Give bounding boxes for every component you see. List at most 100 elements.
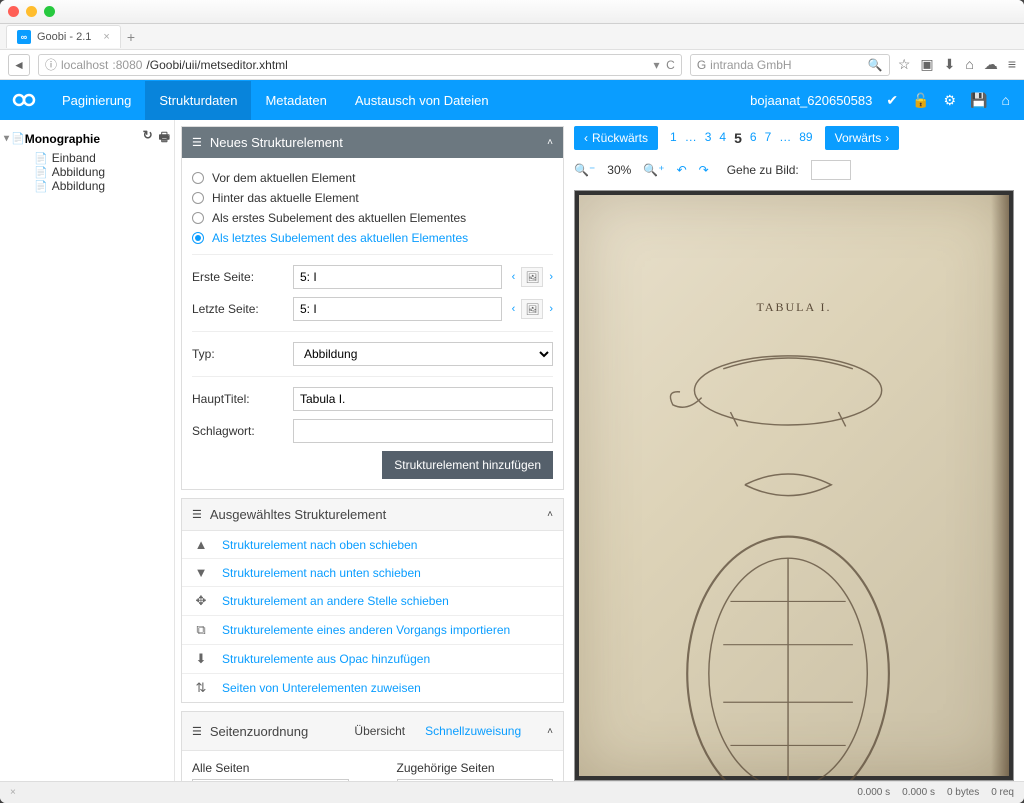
radio-before[interactable]: Vor dem aktuellen Element: [192, 168, 553, 188]
tree-root[interactable]: ▾ 📄 Monographie ↻ 🖶: [4, 126, 170, 151]
minimize-window-button[interactable]: [26, 6, 37, 17]
nav-back-button[interactable]: ◄: [8, 54, 30, 76]
page-image-icon[interactable]: 🖼: [521, 299, 543, 319]
action-label: Strukturelemente aus Opac hinzufügen: [222, 652, 430, 666]
nav-paginierung[interactable]: Paginierung: [48, 81, 145, 120]
page-prev-icon[interactable]: ‹: [512, 303, 516, 315]
globe-icon: ⓘ: [45, 56, 57, 73]
scanned-page: TABULA I.: [579, 195, 1009, 776]
rotate-cw-icon[interactable]: ↷: [699, 163, 709, 177]
status-bar: × 0.000 s 0.000 s 0 bytes 0 req: [0, 781, 1024, 803]
pocket-icon[interactable]: ▣: [920, 56, 933, 73]
chat-icon[interactable]: ☁: [984, 56, 998, 73]
star-icon[interactable]: ☆: [898, 56, 911, 73]
panel-header[interactable]: ☰ Seitenzuordnung Übersicht Schnellzuwei…: [182, 712, 563, 751]
home-icon[interactable]: ⌂: [965, 56, 973, 73]
page-num[interactable]: 6: [750, 130, 757, 146]
close-window-button[interactable]: [8, 6, 19, 17]
home-icon-app[interactable]: ⌂: [1002, 92, 1010, 108]
process-id: bojaanat_620650583: [750, 93, 872, 108]
page-image-icon[interactable]: 🖼: [521, 267, 543, 287]
gear-icon[interactable]: ⚙: [944, 92, 957, 109]
tree-item[interactable]: 📄Einband: [4, 151, 170, 165]
chevron-right-icon: ›: [885, 131, 889, 145]
page-numbers: 1 … 3 4 5 6 7 … 89: [664, 130, 819, 146]
browser-tabstrip: ∞ Goobi - 2.1 × +: [0, 24, 1024, 50]
action-assign-subpages[interactable]: ⇅Seiten von Unterelementen zuweisen: [182, 674, 563, 702]
collapse-icon[interactable]: ˄: [547, 509, 553, 520]
menu-icon[interactable]: ≡: [1008, 56, 1016, 73]
status-close-icon[interactable]: ×: [10, 787, 16, 798]
page-num[interactable]: 4: [719, 130, 726, 146]
nav-austausch[interactable]: Austausch von Dateien: [341, 81, 503, 120]
illustration-turtle-side: [644, 340, 932, 444]
collapse-icon[interactable]: ˄: [547, 137, 553, 148]
haupttitel-input[interactable]: [293, 387, 553, 411]
rotate-ccw-icon[interactable]: ↶: [677, 163, 687, 177]
content-area: ▾ 📄 Monographie ↻ 🖶 📄Einband 📄Abbildung …: [0, 120, 1024, 781]
page-num[interactable]: 7: [765, 130, 772, 146]
page-num[interactable]: 3: [705, 130, 712, 146]
tab-overview[interactable]: Übersicht: [344, 720, 415, 742]
action-opac[interactable]: ⬇Strukturelemente aus Opac hinzufügen: [182, 645, 563, 674]
schlagwort-label: Schlagwort:: [192, 424, 287, 438]
check-icon[interactable]: ✔: [886, 92, 898, 109]
radio-last-sub[interactable]: Als letztes Subelement des aktuellen Ele…: [192, 228, 553, 248]
unlock-icon[interactable]: 🔓: [912, 92, 929, 109]
doc-icon: 📄: [34, 152, 48, 165]
radio-after[interactable]: Hinter das aktuelle Element: [192, 188, 553, 208]
first-page-input[interactable]: [293, 265, 502, 289]
radio-first-sub[interactable]: Als erstes Subelement des aktuellen Elem…: [192, 208, 553, 228]
save-icon[interactable]: 💾: [970, 92, 987, 109]
panel-title: Ausgewähltes Strukturelement: [210, 507, 386, 522]
action-move-up[interactable]: ▲Strukturelement nach oben schieben: [182, 531, 563, 559]
browser-search[interactable]: G intranda GmbH 🔍: [690, 54, 890, 76]
page-num[interactable]: 89: [799, 130, 812, 146]
add-struct-button[interactable]: Strukturelement hinzufügen: [382, 451, 553, 479]
tab-close-icon[interactable]: ×: [103, 31, 109, 43]
browser-window: ∞ Goobi - 2.1 × + ◄ ⓘ localhost:8080/Goo…: [0, 0, 1024, 803]
assign-buttons: → ←: [355, 761, 391, 781]
browser-tab[interactable]: ∞ Goobi - 2.1 ×: [6, 25, 121, 48]
schlagwort-input[interactable]: [293, 419, 553, 443]
panel-header[interactable]: ☰ Neues Strukturelement ˄: [182, 127, 563, 158]
tree-collapse-icon[interactable]: ▾: [4, 133, 9, 144]
last-page-input[interactable]: [293, 297, 502, 321]
action-move-down[interactable]: ▼Strukturelement nach unten schieben: [182, 559, 563, 587]
page-next-icon[interactable]: ›: [549, 303, 553, 315]
panel-header[interactable]: ☰ Ausgewähltes Strukturelement ˄: [182, 499, 563, 531]
maximize-window-button[interactable]: [44, 6, 55, 17]
tree-refresh-icon[interactable]: ↻: [143, 128, 153, 149]
tree-print-icon[interactable]: 🖶: [159, 128, 170, 149]
doc-icon: 📄: [34, 180, 48, 193]
goto-input[interactable]: [811, 160, 851, 180]
page-forward-button[interactable]: Vorwärts›: [825, 126, 900, 150]
tree-item[interactable]: 📄Abbildung: [4, 179, 170, 193]
reload-dropdown[interactable]: ▾ C: [653, 58, 674, 72]
tree-item[interactable]: 📄Abbildung: [4, 165, 170, 179]
tab-quick-assign[interactable]: Schnellzuweisung: [415, 720, 531, 742]
page-next-icon[interactable]: ›: [549, 271, 553, 283]
zoom-in-icon[interactable]: 🔍⁺: [643, 163, 664, 177]
collapse-icon[interactable]: ˄: [547, 726, 553, 737]
illustration-detail: [644, 456, 932, 517]
app-logo[interactable]: [0, 88, 48, 112]
action-move-other[interactable]: ✥Strukturelement an andere Stelle schieb…: [182, 587, 563, 616]
nav-strukturdaten[interactable]: Strukturdaten: [145, 81, 251, 120]
new-tab-button[interactable]: +: [127, 29, 135, 45]
radio-label: Als letztes Subelement des aktuellen Ele…: [212, 231, 468, 245]
page-num[interactable]: 1: [670, 130, 677, 146]
radio-label: Als erstes Subelement des aktuellen Elem…: [212, 211, 466, 225]
page-back-button[interactable]: ‹Rückwärts: [574, 126, 658, 150]
action-import[interactable]: ⧉Strukturelemente eines anderen Vorgangs…: [182, 616, 563, 645]
zoom-level: 30%: [607, 163, 631, 177]
action-label: Strukturelement nach unten schieben: [222, 566, 421, 580]
nav-metadaten[interactable]: Metadaten: [251, 81, 340, 120]
type-select[interactable]: Abbildung: [293, 342, 553, 366]
download-icon[interactable]: ⬇: [944, 56, 956, 73]
image-viewer[interactable]: TABULA I.: [574, 190, 1014, 781]
url-path: /Goobi/uii/metseditor.xhtml: [146, 58, 287, 72]
zoom-out-icon[interactable]: 🔍⁻: [574, 163, 595, 177]
address-bar[interactable]: ⓘ localhost:8080/Goobi/uii/metseditor.xh…: [38, 54, 682, 76]
page-prev-icon[interactable]: ‹: [512, 271, 516, 283]
